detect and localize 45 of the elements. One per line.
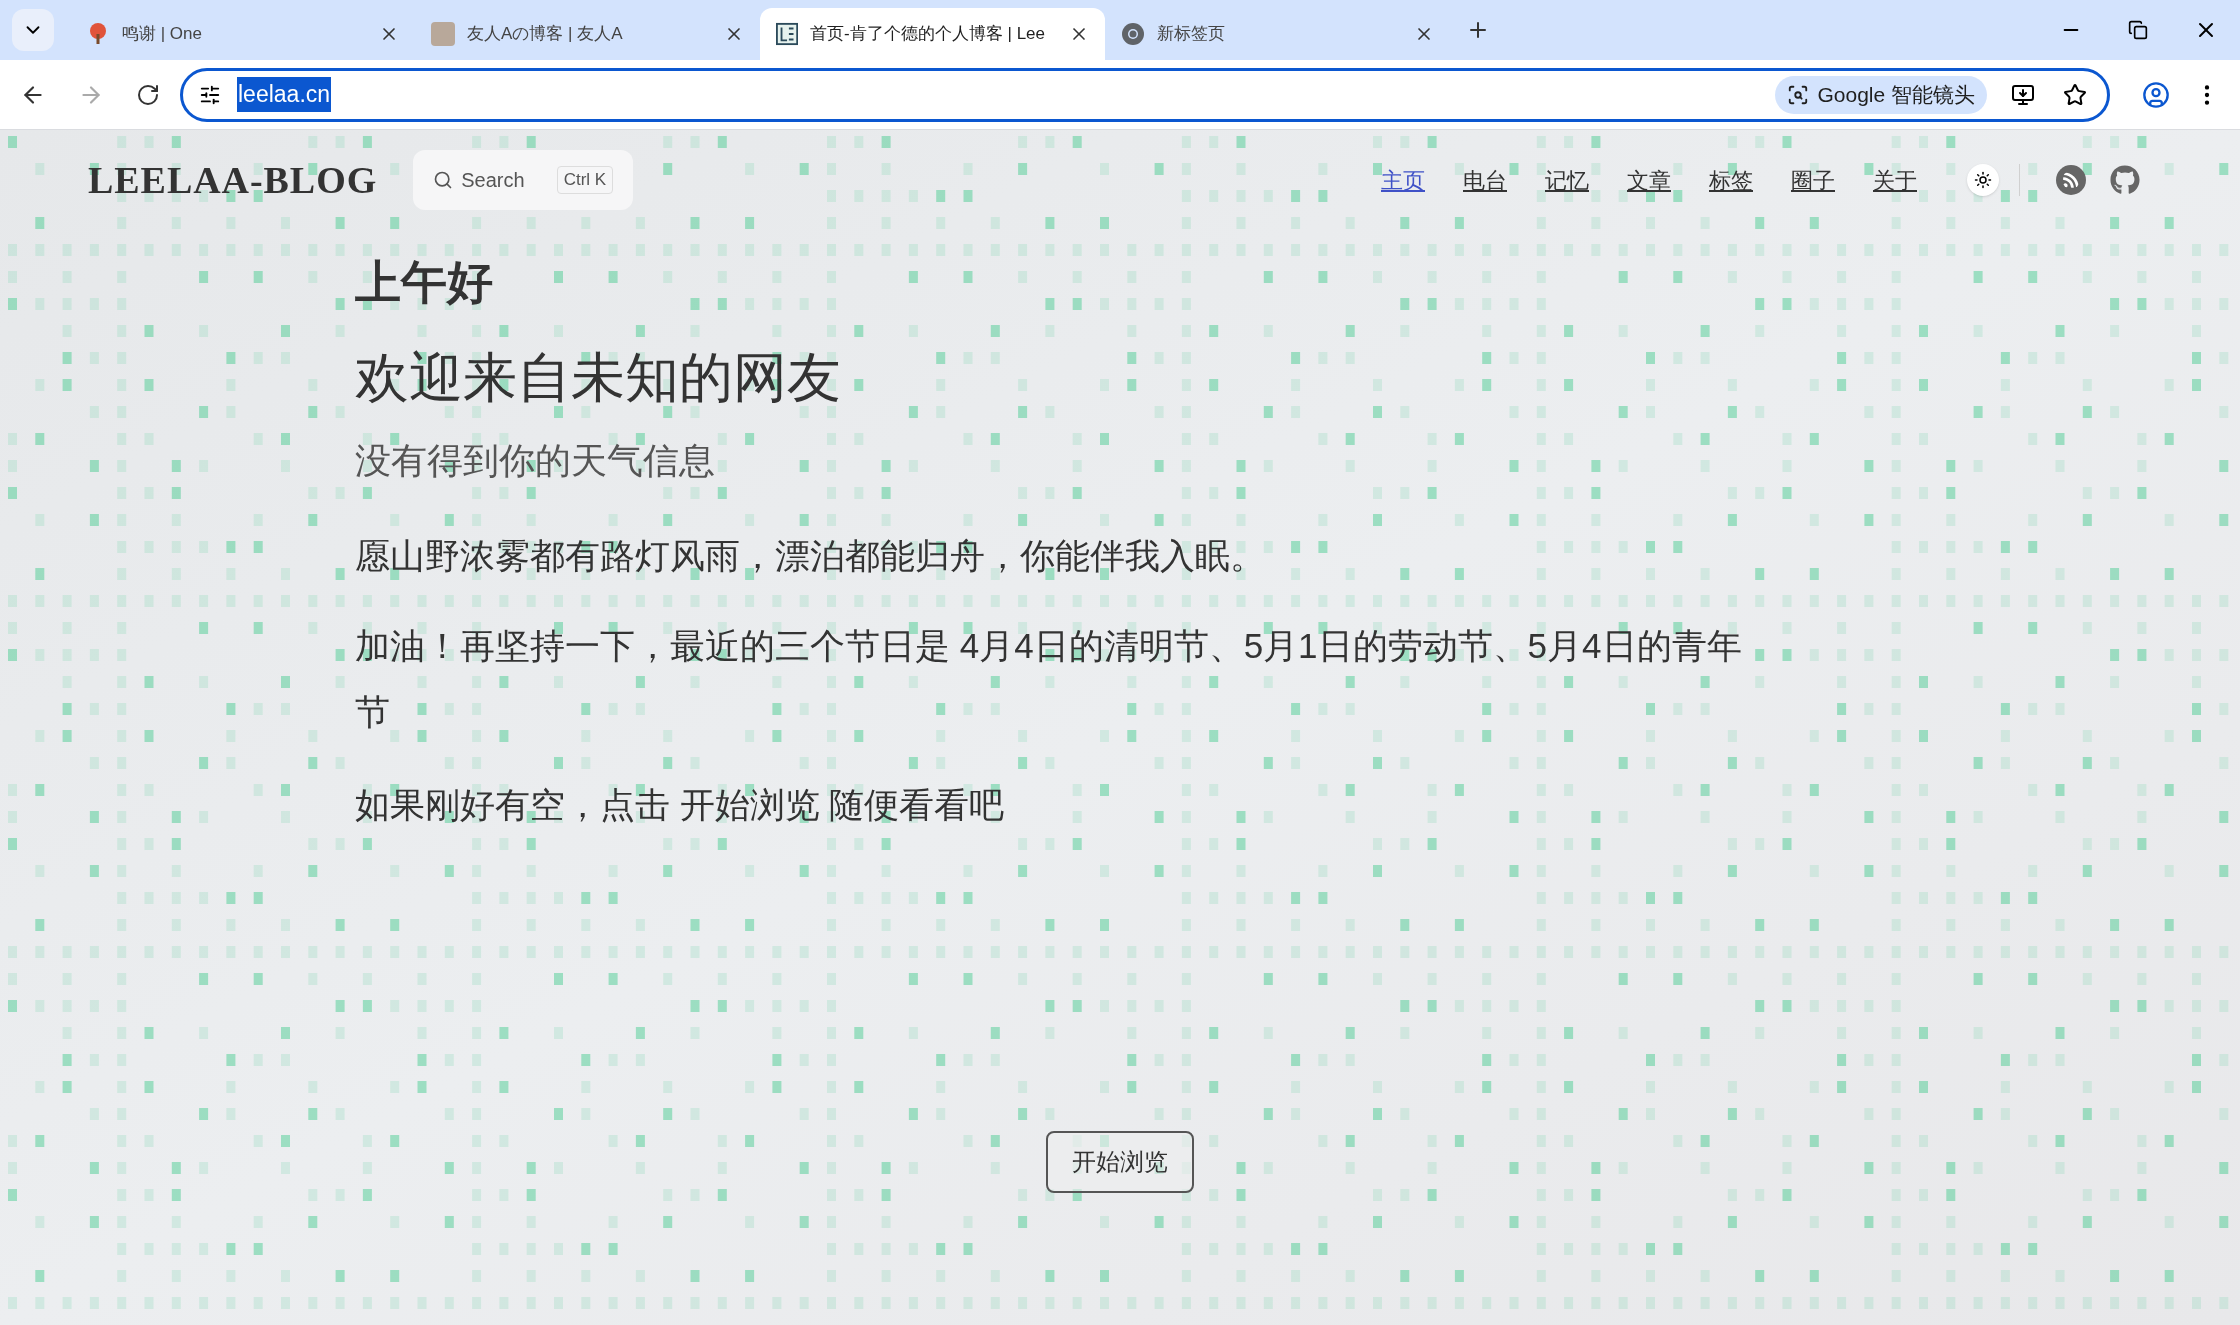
weather-text: 没有得到你的天气信息	[355, 439, 716, 483]
nav-link[interactable]: 圈子	[1791, 163, 1835, 197]
logo-icon	[776, 22, 799, 46]
nav-link[interactable]: 文章	[1627, 163, 1671, 197]
browser-tab[interactable]: 首页-肯了个德的个人博客 | Lee	[760, 8, 1105, 60]
rss-icon[interactable]	[2056, 165, 2086, 195]
nav-link[interactable]: 电台	[1463, 163, 1507, 197]
quote-text: 愿山野浓雾都有路灯风雨，漂泊都能归舟，你能伴我入眠。	[355, 535, 1266, 577]
chrome-icon	[1121, 22, 1145, 46]
reload-icon[interactable]	[136, 82, 160, 107]
shortcut-hint: Ctrl K	[556, 166, 614, 194]
restore-icon[interactable]	[2128, 20, 2148, 40]
sun-icon	[1974, 171, 1992, 189]
lens-button[interactable]: Google 智能镜头	[1775, 75, 1987, 114]
browser-tab[interactable]: 友人Aの博客 | 友人A	[415, 8, 760, 60]
search-icon	[433, 170, 454, 190]
holiday-text: 加油！再坚持一下，最近的三个节日是 4月4日的清明节、5月1日的劳动节、5月4日的青年节	[355, 624, 1743, 733]
tab-list-button[interactable]	[12, 9, 54, 51]
start-browsing-button[interactable]: 开始浏览	[1046, 1131, 1194, 1193]
site-settings-icon[interactable]	[199, 83, 221, 106]
invite-text: 如果刚好有空，点击 开始浏览 随便看看吧	[355, 783, 1006, 826]
search-placeholder: Search	[461, 168, 525, 193]
tab-title: 首页-肯了个德的个人博客 | Lee	[810, 23, 1045, 46]
welcome-heading: 欢迎来自未知的网友	[355, 346, 842, 409]
nav-link[interactable]: 关于	[1873, 163, 1917, 197]
nav-link[interactable]: 标签	[1709, 163, 1753, 197]
address-bar[interactable]: leelaa.cn Google 智能镜头	[180, 67, 2110, 122]
profile-icon[interactable]	[2142, 80, 2170, 109]
search-field[interactable]: Search Ctrl K	[413, 150, 634, 210]
tab-title: 鸣谢 | One	[122, 23, 202, 46]
avatar-icon	[431, 22, 455, 46]
browser-tab[interactable]: 鸣谢 | One	[70, 8, 415, 60]
install-icon[interactable]	[2011, 82, 2035, 107]
theme-toggle[interactable]	[1967, 164, 1999, 196]
nav-link[interactable]: 主页	[1381, 163, 1425, 197]
lens-icon	[1787, 83, 1810, 106]
blog-logo[interactable]: LEELAA-BLOG	[88, 151, 378, 209]
github-icon[interactable]	[2110, 165, 2140, 195]
url-text: leelaa.cn	[237, 77, 332, 112]
greeting-heading: 上午好	[355, 255, 494, 310]
browser-tab[interactable]: 新标签页	[1105, 8, 1450, 60]
tab-title: 友人Aの博客 | 友人A	[467, 23, 623, 46]
bookmark-star-icon[interactable]	[2063, 82, 2087, 107]
nav-link[interactable]: 记忆	[1545, 163, 1589, 197]
tab-title: 新标签页	[1157, 23, 1225, 46]
